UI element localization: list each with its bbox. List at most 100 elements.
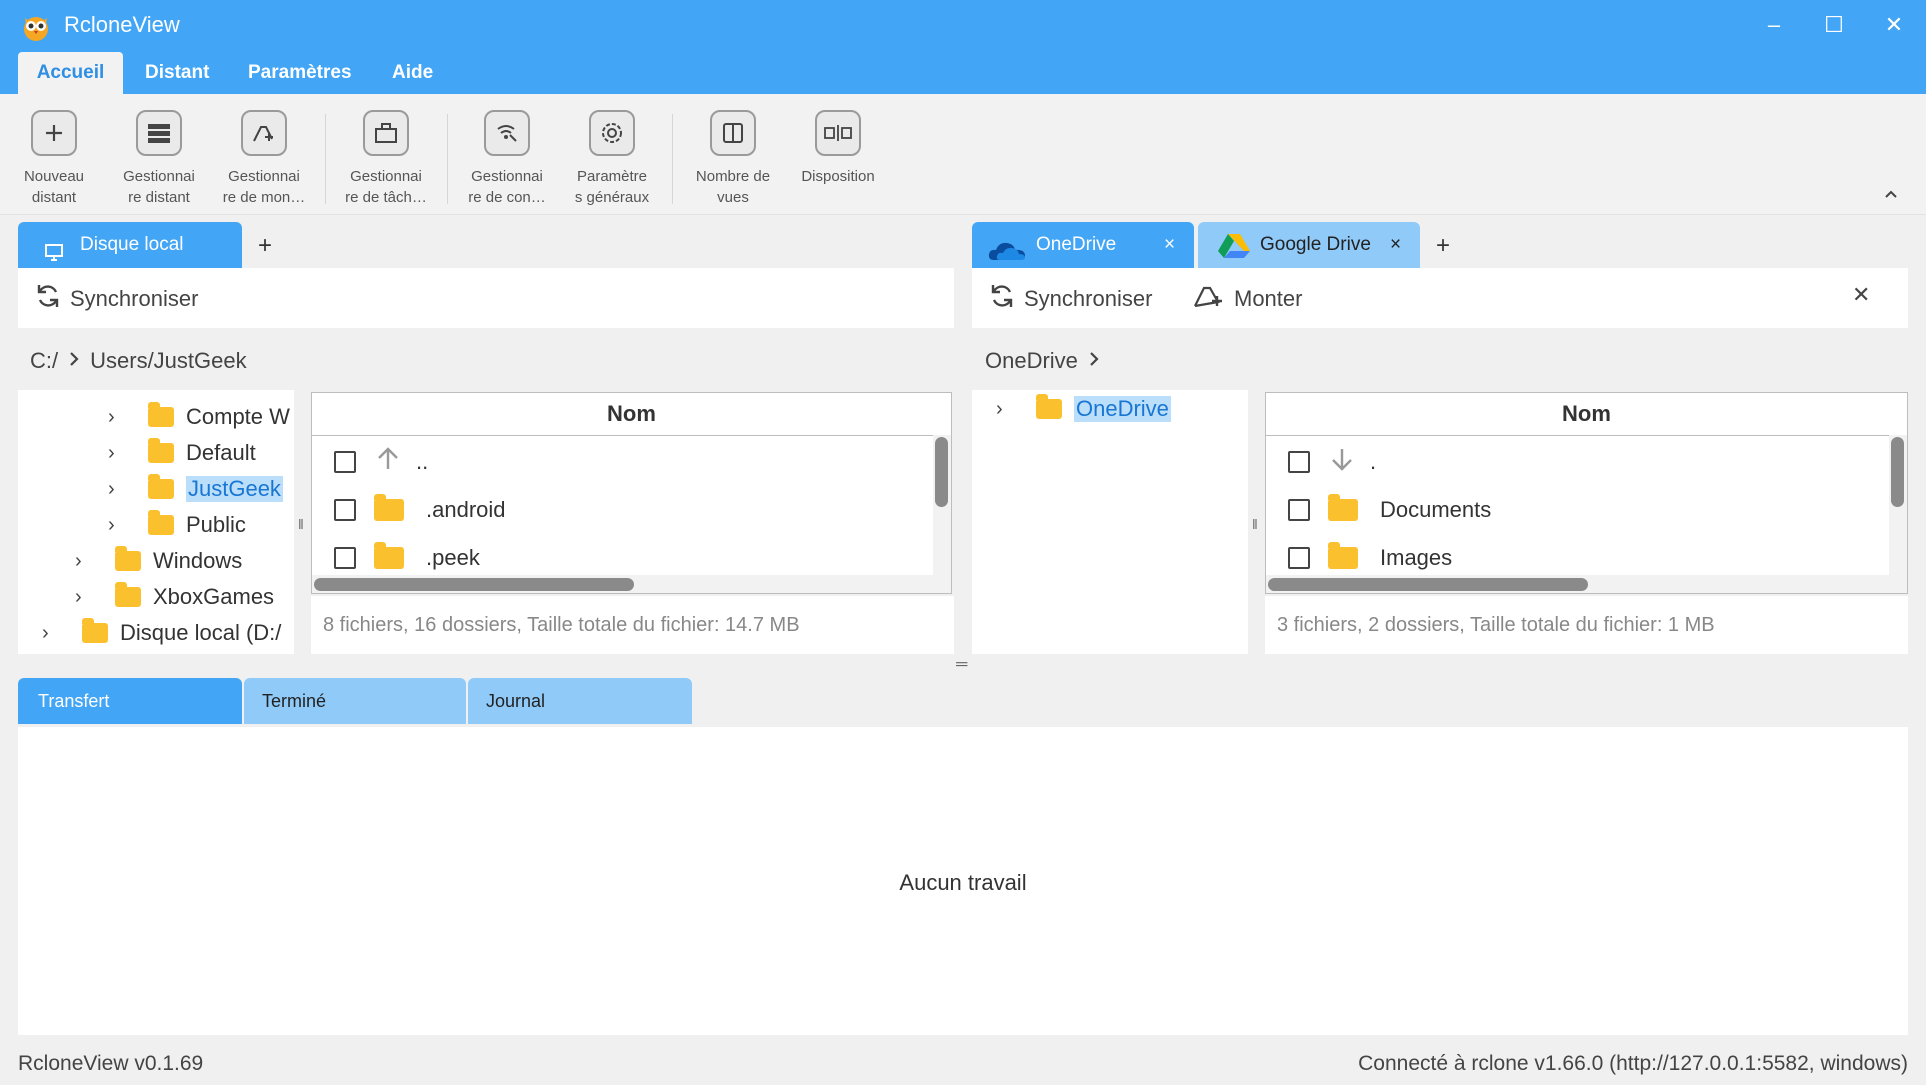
ribbon-label: re distant xyxy=(128,189,190,206)
tree-item[interactable]: › Windows xyxy=(75,546,242,574)
column-header-nom[interactable]: Nom xyxy=(312,393,951,436)
vertical-scrollbar[interactable] xyxy=(933,435,951,575)
checkbox[interactable] xyxy=(1288,451,1310,473)
folder-icon xyxy=(374,542,404,569)
empty-state-message: Aucun travail xyxy=(899,870,1027,895)
chevron-right-icon: › xyxy=(996,397,1003,420)
scrollbar-thumb[interactable] xyxy=(314,578,634,591)
maximize-button[interactable]: ☐ xyxy=(1812,8,1856,42)
ribbon-label: re de con… xyxy=(468,189,546,206)
chevron-right-icon: › xyxy=(108,477,115,500)
checkbox[interactable] xyxy=(1288,547,1310,569)
ribbon-label: vues xyxy=(717,189,749,206)
vertical-splitter-handle[interactable]: ‖ xyxy=(1252,516,1258,532)
horizontal-splitter-handle[interactable]: ═ xyxy=(956,656,967,674)
ribbon-label: distant xyxy=(31,189,77,206)
chevron-right-icon: › xyxy=(108,405,115,428)
add-tab-button[interactable]: + xyxy=(258,232,272,260)
tree-item[interactable]: › Compte W xyxy=(108,402,290,430)
tab-termine[interactable]: Terminé xyxy=(244,678,466,724)
sync-label: Synchroniser xyxy=(1024,286,1153,311)
vertical-splitter-handle[interactable]: ‖ xyxy=(298,516,304,532)
mount-button[interactable]: Monter xyxy=(1192,282,1302,316)
checkbox[interactable] xyxy=(334,547,356,569)
breadcrumb-root[interactable]: OneDrive xyxy=(985,348,1078,374)
chevron-right-icon xyxy=(1088,348,1100,374)
collapse-ribbon-button[interactable] xyxy=(1884,186,1898,204)
tree-item[interactable]: › JustGeek xyxy=(108,474,283,502)
menu-parametres[interactable]: Paramètres xyxy=(230,52,370,94)
tree-item-label: Public xyxy=(186,512,246,537)
close-window-button[interactable]: ✕ xyxy=(1872,8,1916,42)
horizontal-scrollbar[interactable] xyxy=(1266,575,1907,593)
checkbox[interactable] xyxy=(334,451,356,473)
file-row[interactable]: .. xyxy=(312,439,931,485)
task-manager-button[interactable]: Gestionnai re de tâch… xyxy=(334,110,438,208)
file-row[interactable]: . xyxy=(1266,439,1887,485)
close-tab-icon[interactable]: × xyxy=(1390,222,1401,268)
file-row[interactable]: Documents xyxy=(1266,487,1887,533)
sync-icon xyxy=(988,282,1016,316)
file-row[interactable]: .android xyxy=(312,487,931,533)
folder-icon xyxy=(374,494,404,521)
tab-transfert[interactable]: Transfert xyxy=(18,678,242,724)
tree-item-label-selected: OneDrive xyxy=(1074,396,1171,422)
right-folder-tree: › OneDrive xyxy=(972,390,1248,654)
general-settings-button[interactable]: Paramètre s généraux xyxy=(560,110,664,208)
scrollbar-thumb[interactable] xyxy=(935,437,948,507)
sync-button[interactable]: Synchroniser xyxy=(34,282,198,316)
folder-icon xyxy=(1036,394,1062,419)
menu-aide[interactable]: Aide xyxy=(374,52,451,94)
left-file-list: Nom .. .android .peek xyxy=(311,392,952,594)
scrollbar-thumb[interactable] xyxy=(1891,437,1904,507)
vertical-scrollbar[interactable] xyxy=(1889,435,1907,575)
ribbon-label: Gestionnai xyxy=(350,168,422,185)
version-label: RcloneView v0.1.69 xyxy=(18,1052,204,1075)
chevron-right-icon: › xyxy=(42,621,49,644)
folder-icon xyxy=(1328,542,1358,569)
right-file-list: Nom . Documents Images xyxy=(1265,392,1908,594)
tree-item[interactable]: › Public xyxy=(108,510,246,538)
sync-label: Synchroniser xyxy=(70,286,199,311)
scrollbar-thumb[interactable] xyxy=(1268,578,1588,591)
mount-label: Monter xyxy=(1234,286,1303,311)
tree-item-label: Default xyxy=(186,440,256,465)
tree-item[interactable]: › Default xyxy=(108,438,256,466)
breadcrumb-path[interactable]: Users/JustGeek xyxy=(90,348,247,374)
checkbox[interactable] xyxy=(1288,499,1310,521)
right-toolbar: Synchroniser Monter ✕ xyxy=(972,268,1908,328)
breadcrumb-root[interactable]: C:/ xyxy=(30,348,58,374)
sync-icon xyxy=(34,282,62,316)
checkbox[interactable] xyxy=(334,499,356,521)
chevron-right-icon: › xyxy=(108,441,115,464)
tree-item[interactable]: › Disque local (D:/ xyxy=(42,618,281,646)
minimize-button[interactable]: – xyxy=(1752,8,1796,42)
view-count-button[interactable]: Nombre de vues xyxy=(681,110,785,208)
tab-journal[interactable]: Journal xyxy=(468,678,692,724)
mount-manager-button[interactable]: Gestionnai re de mon… xyxy=(212,110,316,208)
sync-button[interactable]: Synchroniser xyxy=(988,282,1152,316)
horizontal-scrollbar[interactable] xyxy=(312,575,951,593)
new-remote-button[interactable]: Nouveau distant xyxy=(2,110,106,208)
add-tab-button[interactable]: + xyxy=(1436,232,1450,260)
tab-label: Google Drive xyxy=(1260,234,1371,255)
tree-item[interactable]: › OneDrive xyxy=(996,394,1171,422)
menu-distant[interactable]: Distant xyxy=(127,52,227,94)
column-header-nom[interactable]: Nom xyxy=(1266,393,1907,436)
chevron-right-icon: › xyxy=(75,549,82,572)
close-tab-icon[interactable]: × xyxy=(1164,222,1175,268)
tab-google-drive[interactable]: Google Drive × xyxy=(1198,222,1420,268)
arrow-down-icon xyxy=(1328,446,1356,478)
tree-item[interactable]: › XboxGames xyxy=(75,582,274,610)
close-panel-button[interactable]: ✕ xyxy=(1852,282,1870,308)
tab-onedrive[interactable]: OneDrive × xyxy=(972,222,1194,268)
ribbon-label: Disposition xyxy=(801,168,875,185)
ribbon-label: Nouveau xyxy=(23,168,85,185)
ribbon-label: Gestionnai xyxy=(123,168,195,185)
menu-accueil[interactable]: Accueil xyxy=(18,52,123,94)
connection-manager-button[interactable]: Gestionnai re de con… xyxy=(455,110,559,208)
tab-disque-local[interactable]: Disque local xyxy=(18,222,242,268)
layout-button[interactable]: Disposition xyxy=(786,110,890,187)
remote-manager-button[interactable]: Gestionnai re distant xyxy=(107,110,211,208)
folder-icon xyxy=(148,474,174,499)
